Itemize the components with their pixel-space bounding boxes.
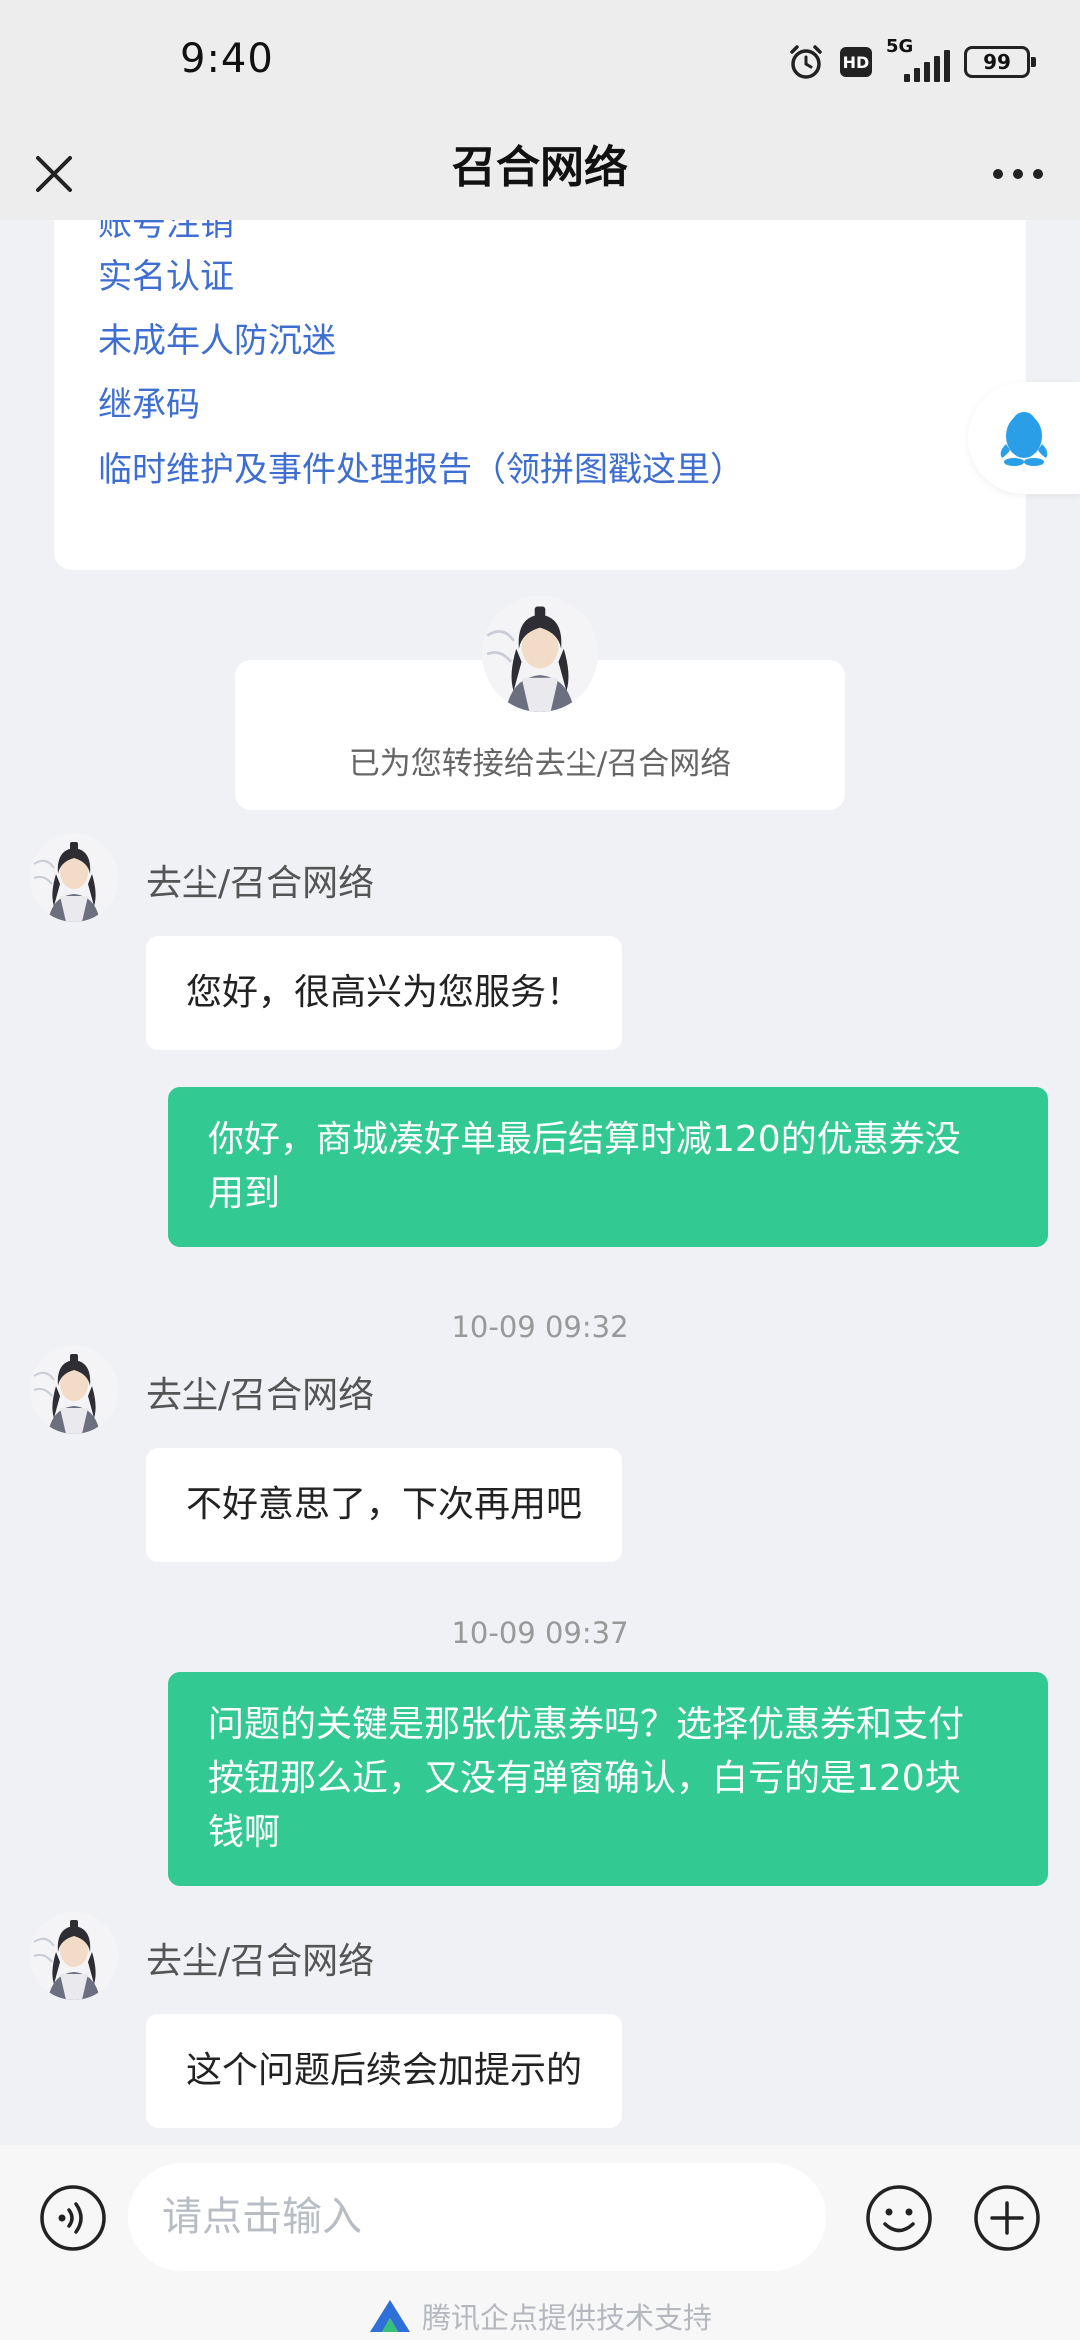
timestamp: 10-09 09:32 xyxy=(451,1310,629,1344)
timestamp: 10-09 09:37 xyxy=(451,1616,629,1650)
nav-bar: 召合网络 xyxy=(0,120,1080,220)
agent-avatar xyxy=(482,596,598,712)
message-bubble-incoming: 不好意思了，下次再用吧 xyxy=(146,1448,623,1562)
battery-level: 99 xyxy=(983,50,1011,74)
transfer-notice-text: 已为您转接给去尘/召合网络 xyxy=(348,746,732,782)
menu-link-account-cancel[interactable]: 账号注销 xyxy=(98,220,234,248)
alarm-icon xyxy=(790,45,822,79)
menu-links-card: 账号注销 实名认证 未成年人防沉迷 继承码 临时维护及事件处理报告（领拼图戳这里… xyxy=(54,220,1026,570)
input-bar: 腾讯企点提供技术支持 xyxy=(0,2145,1080,2340)
sender-name: 去尘/召合网络 xyxy=(146,1375,375,1416)
menu-link-maintenance-report[interactable]: 临时维护及事件处理报告（领拼图戳这里） xyxy=(98,446,744,494)
qq-float-button[interactable] xyxy=(968,382,1080,494)
message-bubble-incoming: 您好，很高兴为您服务！ xyxy=(146,936,623,1050)
sender-name: 去尘/召合网络 xyxy=(146,863,375,904)
status-time: 9:40 xyxy=(180,36,274,82)
menu-link-real-name[interactable]: 实名认证 xyxy=(98,253,234,301)
support-footer: 腾讯企点提供技术支持 xyxy=(0,2295,1080,2337)
chat-area[interactable]: 账号注销 实名认证 未成年人防沉迷 继承码 临时维护及事件处理报告（领拼图戳这里… xyxy=(0,220,1080,2145)
agent-avatar xyxy=(30,834,118,922)
battery-icon: 99 xyxy=(964,46,1036,78)
tencent-qidian-logo-icon xyxy=(369,2300,410,2332)
menu-link-inherit-code[interactable]: 继承码 xyxy=(98,381,200,429)
message-line: 问题的关键是那张优惠券吗？选择优惠券和支付 xyxy=(208,1704,965,1745)
support-text: 腾讯企点提供技术支持 xyxy=(421,2301,712,2335)
message-line: 你好，商城凑好单最后结算时减120的优惠券没 xyxy=(208,1119,961,1160)
agent-avatar xyxy=(30,1912,118,2000)
status-bar: 9:40 HD 5G 99 xyxy=(0,0,1080,120)
page-title: 召合网络 xyxy=(452,142,628,193)
message-bubble-outgoing: 你好，商城凑好单最后结算时减120的优惠券没 用到 xyxy=(168,1087,1048,1247)
message-input[interactable] xyxy=(128,2163,826,2271)
emoji-icon[interactable] xyxy=(864,2183,934,2253)
menu-link-anti-addiction[interactable]: 未成年人防沉迷 xyxy=(98,317,336,365)
sender-name: 去尘/召合网络 xyxy=(146,1941,375,1982)
status-icons: HD 5G 99 xyxy=(786,36,1036,84)
signal-icon: 5G xyxy=(886,36,950,82)
more-icon[interactable] xyxy=(990,154,1046,194)
message-line: 按钮那么近，又没有弹窗确认，白亏的是120块 xyxy=(208,1758,961,1799)
plus-icon[interactable] xyxy=(972,2183,1042,2253)
hd-icon: HD xyxy=(840,47,872,77)
message-bubble-incoming: 这个问题后续会加提示的 xyxy=(146,2014,623,2128)
message-bubble-outgoing: 问题的关键是那张优惠券吗？选择优惠券和支付 按钮那么近，又没有弹窗确认，白亏的是… xyxy=(168,1672,1048,1886)
agent-avatar xyxy=(30,1346,118,1434)
voice-icon[interactable] xyxy=(38,2183,108,2253)
penguin-icon xyxy=(1000,412,1048,466)
message-line: 用到 xyxy=(208,1173,281,1214)
message-line: 钱啊 xyxy=(208,1812,281,1853)
